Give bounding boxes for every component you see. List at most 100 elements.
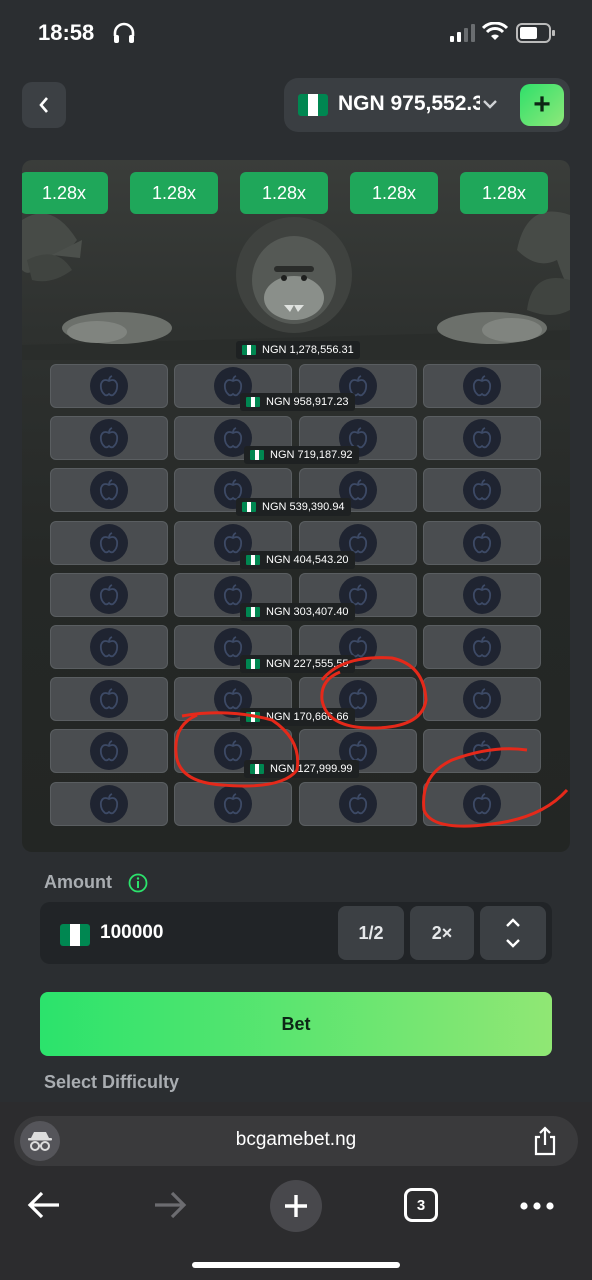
- signal-icon: [450, 24, 475, 42]
- apple-icon: [462, 575, 501, 614]
- nigeria-flag-icon: [250, 449, 264, 460]
- apple-icon: [90, 471, 128, 510]
- home-indicator: [192, 1262, 400, 1268]
- tile[interactable]: [422, 520, 541, 565]
- balance-amount: NGN 975,552.35: [338, 92, 480, 115]
- forward-arrow-icon[interactable]: [152, 1190, 188, 1220]
- apple-icon: [462, 523, 501, 562]
- apple-icon: [90, 784, 128, 823]
- tile[interactable]: [422, 572, 541, 617]
- apple-icon: [462, 732, 501, 771]
- status-time: 18:58: [38, 20, 95, 45]
- tile[interactable]: [422, 416, 541, 461]
- info-icon[interactable]: [128, 873, 148, 893]
- nigeria-flag-icon: [246, 607, 260, 617]
- prize-label: NGN 539,390.94: [236, 498, 351, 517]
- tabs-icon[interactable]: 3: [404, 1188, 438, 1222]
- prize-label: NGN 958,917.23: [240, 393, 355, 412]
- nigeria-flag-icon: [246, 711, 260, 722]
- prize-amount: NGN 719,187.92: [270, 448, 353, 461]
- wifi-icon: [482, 22, 508, 40]
- tile-grid: [50, 364, 544, 828]
- difficulty-label: Select Difficulty: [44, 1072, 180, 1092]
- nigeria-flag-icon: [60, 924, 90, 946]
- prize-amount: NGN 404,543.20: [266, 553, 349, 566]
- more-icon[interactable]: [520, 1202, 554, 1210]
- tile[interactable]: [422, 729, 541, 774]
- deposit-button[interactable]: +: [520, 84, 564, 126]
- tile[interactable]: [298, 781, 417, 826]
- apple-icon: [90, 419, 128, 458]
- balance-selector[interactable]: NGN 975,552.35 +: [284, 78, 570, 132]
- prize-label: NGN 404,543.20: [240, 550, 355, 569]
- url-text: bcgamebet.ng: [235, 1129, 357, 1150]
- tile[interactable]: [174, 781, 293, 826]
- tile[interactable]: [422, 468, 541, 513]
- nigeria-flag-icon: [246, 397, 260, 408]
- back-chevron-icon: [39, 97, 48, 113]
- nigeria-flag-icon: [246, 659, 260, 670]
- apple-icon: [338, 784, 377, 823]
- multiplier-chip: 1.28x: [22, 172, 108, 214]
- tile[interactable]: [50, 781, 168, 826]
- prize-amount: NGN 958,917.23: [266, 396, 349, 409]
- tile[interactable]: [50, 364, 168, 408]
- bet-button[interactable]: Bet: [40, 992, 552, 1056]
- amount-input[interactable]: 100000: [100, 922, 163, 944]
- headphones-icon: [113, 22, 135, 43]
- prize-label: NGN 303,407.40: [240, 603, 355, 621]
- tile[interactable]: [50, 520, 168, 565]
- prize-label: NGN 227,555.55: [240, 655, 355, 674]
- nigeria-flag-icon: [246, 554, 260, 565]
- status-bar: 18:58: [0, 0, 592, 70]
- apple-icon: [462, 419, 501, 458]
- tile[interactable]: [422, 677, 541, 722]
- dropdown-chevron-icon: [483, 100, 497, 109]
- nigeria-flag-icon: [242, 345, 256, 355]
- half-button[interactable]: 1/2: [338, 906, 404, 960]
- tile[interactable]: [50, 468, 168, 513]
- amount-stepper[interactable]: [480, 906, 546, 960]
- tile[interactable]: [50, 729, 168, 774]
- share-icon[interactable]: [532, 1126, 558, 1156]
- nigeria-flag-icon: [242, 502, 256, 513]
- multiplier-row: 1.28x 1.28x 1.28x 1.28x 1.28x: [22, 172, 570, 216]
- prize-amount: NGN 127,999.99: [270, 763, 353, 776]
- double-button[interactable]: 2×: [410, 906, 474, 960]
- apple-icon: [462, 628, 501, 666]
- apple-icon: [90, 732, 128, 771]
- prize-amount: NGN 1,278,556.31: [262, 344, 354, 356]
- apple-icon: [90, 523, 128, 562]
- back-arrow-icon[interactable]: [26, 1190, 62, 1220]
- apple-icon: [90, 680, 128, 719]
- prize-amount: NGN 227,555.55: [266, 658, 349, 671]
- prize-label: NGN 170,666.66: [240, 707, 355, 726]
- apple-icon: [90, 575, 128, 614]
- multiplier-chip: 1.28x: [460, 172, 548, 214]
- apple-icon: [90, 367, 128, 405]
- apple-icon: [462, 471, 501, 510]
- back-button[interactable]: [22, 82, 66, 128]
- stepper-icon: [506, 918, 520, 948]
- address-bar[interactable]: bcgamebet.ng: [14, 1116, 578, 1166]
- tile[interactable]: [422, 781, 541, 826]
- tile[interactable]: [50, 416, 168, 461]
- tile[interactable]: [50, 625, 168, 669]
- new-tab-button[interactable]: [270, 1180, 322, 1232]
- apple-icon: [90, 628, 128, 666]
- prize-amount: NGN 539,390.94: [262, 501, 345, 514]
- tile[interactable]: [50, 677, 168, 722]
- tile[interactable]: [50, 572, 168, 617]
- nigeria-flag-icon: [298, 94, 328, 116]
- new-tab-icon: [285, 1195, 307, 1217]
- prize-label: NGN 1,278,556.31: [236, 341, 360, 359]
- apple-icon: [462, 784, 501, 823]
- multiplier-chip: 1.28x: [240, 172, 328, 214]
- apple-icon: [214, 784, 253, 823]
- tile[interactable]: [422, 625, 541, 669]
- prize-label: NGN 719,187.92: [244, 445, 359, 464]
- tile[interactable]: [422, 364, 541, 408]
- apple-icon: [462, 680, 501, 719]
- browser-toolbar: bcgamebet.ng 3: [0, 1102, 592, 1280]
- battery-icon: [516, 23, 555, 43]
